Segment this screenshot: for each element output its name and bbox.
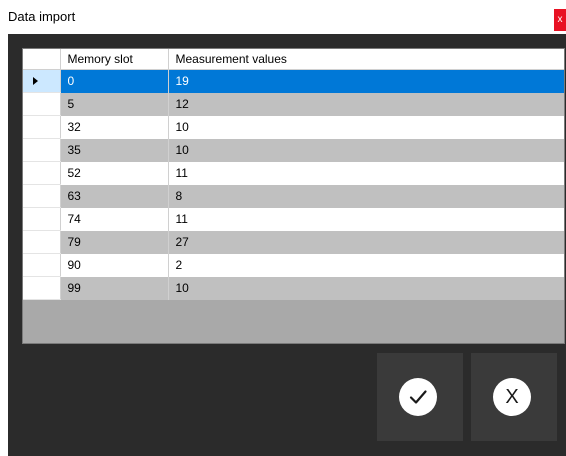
column-header-memory-slot[interactable]: Memory slot <box>60 49 169 70</box>
memory-slot-cell[interactable]: 99 <box>60 276 169 300</box>
ok-button[interactable] <box>377 353 463 441</box>
memory-slot-cell[interactable]: 32 <box>60 115 169 139</box>
table-row[interactable]: 32 10 <box>23 115 564 139</box>
memory-slot-cell[interactable]: 74 <box>60 207 169 231</box>
row-header[interactable] <box>23 230 61 254</box>
row-header[interactable] <box>23 184 61 208</box>
row-header[interactable] <box>23 161 61 185</box>
memory-slot-cell[interactable]: 52 <box>60 161 169 185</box>
memory-slot-cell[interactable]: 90 <box>60 253 169 277</box>
memory-slot-cell[interactable]: 35 <box>60 138 169 162</box>
measurement-value-cell[interactable]: 27 <box>168 230 564 254</box>
table-row[interactable]: 79 27 <box>23 230 564 254</box>
table-row[interactable]: 0 19 <box>23 69 564 93</box>
grid-header-row: Memory slot Measurement values <box>23 49 564 70</box>
x-icon: X <box>505 386 519 408</box>
measurement-value-cell[interactable]: 10 <box>168 115 564 139</box>
table-row[interactable]: 5 12 <box>23 92 564 116</box>
memory-slot-cell[interactable]: 63 <box>60 184 169 208</box>
row-header[interactable] <box>23 92 61 116</box>
row-header[interactable] <box>23 138 61 162</box>
table-row[interactable]: 99 10 <box>23 276 564 300</box>
column-header-measurement-values[interactable]: Measurement values <box>168 49 564 70</box>
measurement-value-cell[interactable]: 11 <box>168 207 564 231</box>
row-header[interactable] <box>23 253 61 277</box>
x-circle: X <box>493 378 531 416</box>
checkmark-icon <box>409 390 427 404</box>
measurement-value-cell[interactable]: 10 <box>168 138 564 162</box>
table-row[interactable]: 52 11 <box>23 161 564 185</box>
dialog-body: Memory slot Measurement values 0 19 5 12 <box>8 34 566 456</box>
close-button[interactable]: x <box>554 9 566 31</box>
row-header-corner[interactable] <box>23 49 61 70</box>
row-header[interactable] <box>23 276 61 300</box>
measurement-value-cell[interactable]: 8 <box>168 184 564 208</box>
memory-slot-cell[interactable]: 79 <box>60 230 169 254</box>
data-grid[interactable]: Memory slot Measurement values 0 19 5 12 <box>22 48 565 344</box>
measurement-value-cell[interactable]: 2 <box>168 253 564 277</box>
window-title: Data import <box>8 9 76 24</box>
table-row[interactable]: 90 2 <box>23 253 564 277</box>
row-header[interactable] <box>23 115 61 139</box>
close-icon: x <box>557 14 563 25</box>
measurement-value-cell[interactable]: 10 <box>168 276 564 300</box>
checkmark-circle <box>399 378 437 416</box>
title-bar: Data import x <box>0 0 566 34</box>
row-header[interactable] <box>23 207 61 231</box>
memory-slot-cell[interactable]: 5 <box>60 92 169 116</box>
measurement-value-cell[interactable]: 19 <box>168 69 564 93</box>
cancel-button[interactable]: X <box>471 353 557 441</box>
table-row[interactable]: 35 10 <box>23 138 564 162</box>
table-row[interactable]: 74 11 <box>23 207 564 231</box>
current-row-arrow-icon <box>33 77 38 85</box>
measurement-value-cell[interactable]: 11 <box>168 161 564 185</box>
table-row[interactable]: 63 8 <box>23 184 564 208</box>
row-header[interactable] <box>23 69 61 93</box>
measurement-value-cell[interactable]: 12 <box>168 92 564 116</box>
memory-slot-cell[interactable]: 0 <box>60 69 169 93</box>
